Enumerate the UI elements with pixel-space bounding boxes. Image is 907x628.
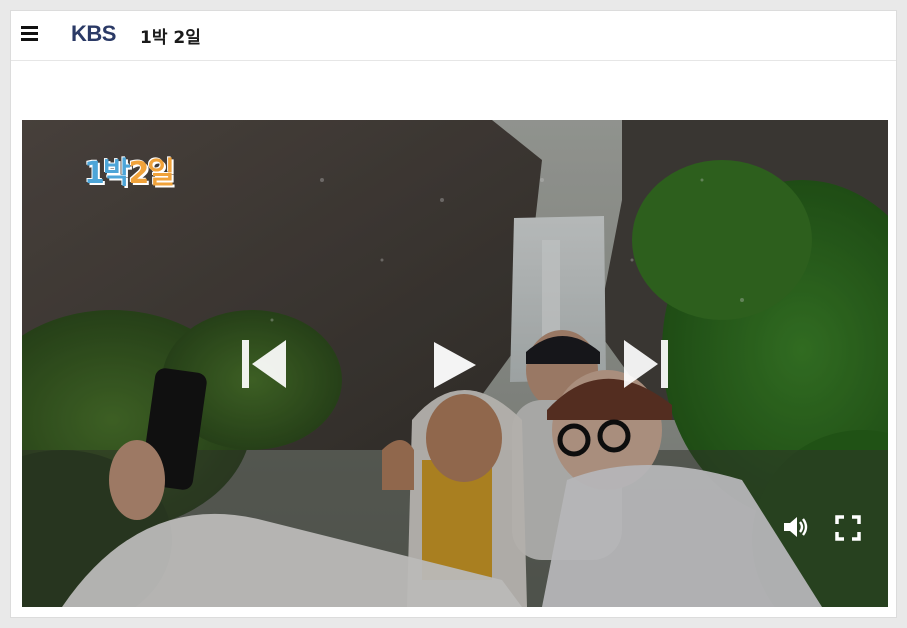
kbs-logo[interactable]: KBS (71, 21, 116, 47)
top-header: KBS 1박 2일 (11, 11, 896, 61)
skip-previous-icon[interactable] (242, 338, 288, 390)
volume-icon[interactable] (782, 514, 810, 540)
logo-part-1: 1박 (84, 156, 131, 191)
page-frame: KBS 1박 2일 1박2일 (10, 10, 897, 618)
hamburger-menu-icon[interactable] (21, 25, 39, 43)
skip-next-icon[interactable] (622, 338, 668, 390)
program-title: 1박 2일 (140, 28, 201, 48)
program-logo-overlay: 1박2일 (84, 148, 175, 192)
fullscreen-icon[interactable] (835, 515, 861, 541)
play-icon[interactable] (434, 340, 478, 390)
logo-part-2: 2일 (128, 156, 175, 191)
video-player[interactable]: 1박2일 (22, 120, 888, 607)
